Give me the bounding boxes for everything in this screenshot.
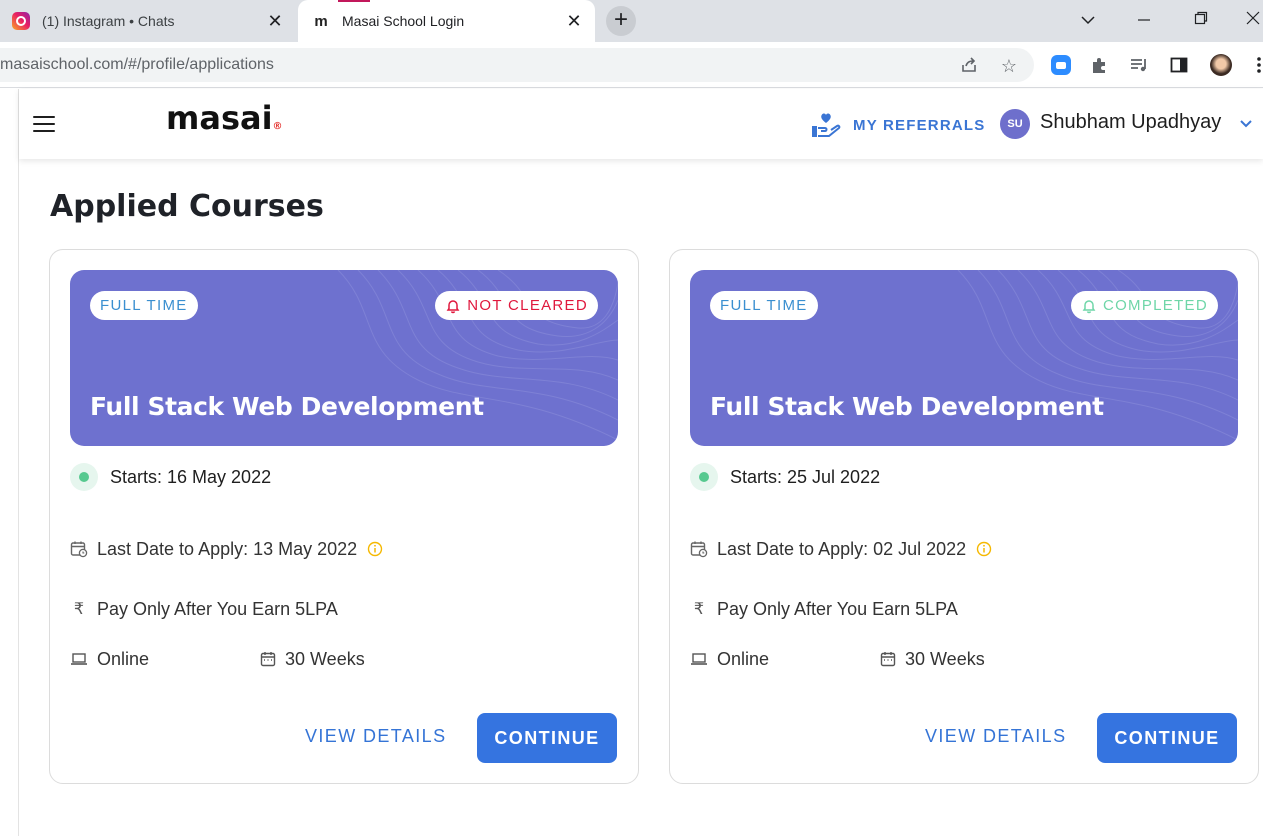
continue-button[interactable]: CONTINUE (1097, 713, 1237, 763)
masai-m-icon: m (314, 12, 328, 30)
mode-text: Online (97, 648, 150, 669)
calendar-clock-icon (690, 541, 708, 558)
status-dot-icon (690, 463, 718, 491)
last-date-row: Last Date to Apply: 02 Jul 2022 (690, 537, 1001, 561)
pay-text: Pay Only After You Earn 5LPA (717, 598, 958, 619)
bell-icon (446, 299, 460, 313)
status-text: NOT CLEARED (467, 297, 588, 314)
bell-icon (1082, 299, 1096, 313)
my-referrals-label: MY REFERRALS (853, 116, 986, 134)
tab-instagram[interactable]: (1) Instagram • Chats ✕ (0, 0, 296, 42)
course-banner: FULL TIME COMPLETED Full Stack Web Devel… (690, 270, 1238, 446)
close-icon[interactable]: ✕ (264, 10, 286, 32)
calendar-icon (880, 652, 896, 667)
calendar-icon (260, 652, 276, 667)
pay-text: Pay Only After You Earn 5LPA (97, 598, 338, 619)
mode-text: Online (717, 648, 770, 669)
zoom-extension-icon[interactable] (1050, 54, 1072, 76)
calendar-clock-icon (70, 541, 88, 558)
start-date: Starts: 25 Jul 2022 (730, 466, 881, 487)
course-card: FULL TIME COMPLETED Full Stack Web Devel… (669, 249, 1259, 784)
chevron-down-icon[interactable] (1238, 115, 1254, 131)
media-queue-icon[interactable] (1128, 54, 1150, 76)
instagram-icon (12, 12, 30, 30)
status-badge: COMPLETED (1070, 291, 1218, 320)
mode-row: Online (690, 647, 769, 671)
bookmark-star-icon[interactable]: ☆ (998, 55, 1020, 77)
browser-tab-strip: (1) Instagram • Chats ✕ m Masai School L… (0, 0, 1263, 42)
course-card: FULL TIME NOT CLEARED Full Stack Web Dev… (49, 249, 639, 784)
minimize-icon[interactable] (1124, 8, 1164, 34)
avatar[interactable]: SU (1000, 109, 1030, 139)
pay-row: ₹ Pay Only After You Earn 5LPA (70, 597, 338, 621)
laptop-icon (691, 653, 707, 665)
course-type-badge: FULL TIME (710, 291, 818, 320)
rupee-icon: ₹ (693, 601, 705, 618)
app-header: masai® MY REFERRALS SU Shubham Upadhyay (19, 89, 1263, 159)
page-title: Applied Courses (50, 189, 324, 224)
start-date-row: Starts: 25 Jul 2022 (690, 462, 880, 492)
status-badge: NOT CLEARED (435, 291, 598, 320)
status-dot-icon (70, 463, 98, 491)
view-details-button[interactable]: VIEW DETAILS (925, 726, 1067, 747)
tab-title: (1) Instagram • Chats (42, 13, 175, 29)
last-date-text: Last Date to Apply: 02 Jul 2022 (717, 538, 967, 559)
logo-registered-mark: ® (272, 121, 283, 132)
laptop-icon (71, 653, 87, 665)
referral-hand-heart-icon (812, 113, 841, 137)
side-panel-icon[interactable] (1168, 54, 1190, 76)
divider (18, 89, 19, 836)
page: masai® MY REFERRALS SU Shubham Upadhyay … (0, 89, 1263, 836)
browser-menu-icon[interactable] (1248, 54, 1263, 76)
last-date-row: Last Date to Apply: 13 May 2022 (70, 537, 392, 561)
rupee-icon: ₹ (73, 601, 85, 618)
hamburger-menu-icon[interactable] (33, 116, 55, 132)
continue-button[interactable]: CONTINUE (477, 713, 617, 763)
my-referrals-link[interactable]: MY REFERRALS (811, 111, 985, 139)
tab-masai[interactable]: m Masai School Login ✕ (298, 0, 595, 42)
tab-search-chevron-icon[interactable] (1068, 8, 1108, 34)
new-tab-button[interactable]: + (606, 6, 636, 36)
duration-row: 30 Weeks (880, 647, 985, 671)
address-bar[interactable]: masaischool.com/#/profile/applications ☆ (0, 48, 1034, 82)
mode-row: Online (70, 647, 149, 671)
profile-avatar-icon[interactable] (1210, 54, 1232, 76)
url-text[interactable]: masaischool.com/#/profile/applications (0, 56, 274, 74)
user-name[interactable]: Shubham Upadhyay (1040, 111, 1221, 134)
window-close-icon[interactable] (1233, 8, 1263, 34)
duration-text: 30 Weeks (285, 648, 365, 669)
close-icon[interactable]: ✕ (563, 10, 585, 32)
course-title: Full Stack Web Development (710, 392, 1104, 421)
share-icon[interactable] (958, 55, 980, 77)
course-title: Full Stack Web Development (90, 392, 484, 421)
info-icon[interactable] (367, 541, 383, 557)
start-date: Starts: 16 May 2022 (110, 466, 272, 487)
pay-row: ₹ Pay Only After You Earn 5LPA (690, 597, 958, 621)
duration-row: 30 Weeks (260, 647, 365, 671)
duration-text: 30 Weeks (905, 648, 985, 669)
course-banner: FULL TIME NOT CLEARED Full Stack Web Dev… (70, 270, 618, 446)
status-text: COMPLETED (1102, 297, 1208, 314)
masai-logo[interactable]: masai® (166, 99, 283, 137)
course-type-badge: FULL TIME (90, 291, 198, 320)
extensions-puzzle-icon[interactable] (1089, 54, 1111, 76)
address-bar-row: masaischool.com/#/profile/applications ☆ (0, 42, 1263, 88)
info-icon[interactable] (976, 541, 992, 557)
tab-title: Masai School Login (342, 13, 465, 29)
last-date-text: Last Date to Apply: 13 May 2022 (97, 538, 358, 559)
restore-icon[interactable] (1181, 8, 1221, 34)
view-details-button[interactable]: VIEW DETAILS (305, 726, 447, 747)
start-date-row: Starts: 16 May 2022 (70, 462, 271, 492)
